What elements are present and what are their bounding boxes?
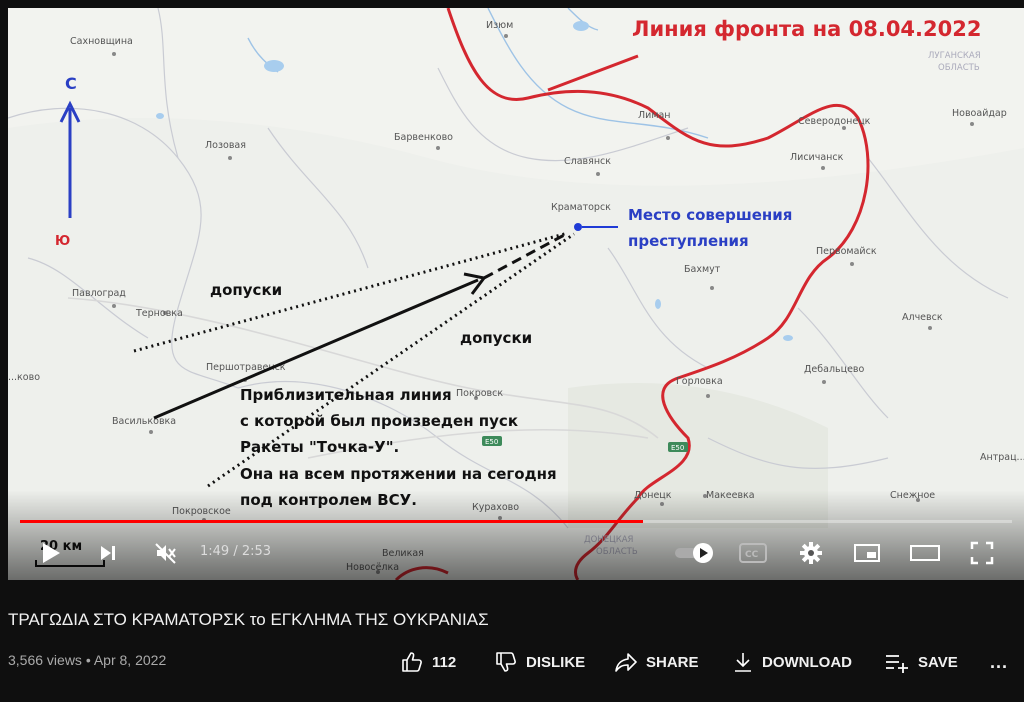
map-city-lozovaya: Лозовая (205, 140, 246, 151)
crime-site-label-1: Место совершения (628, 206, 792, 224)
map-city-makeevka: Макеевка (706, 490, 755, 501)
map-region-lugansk-1: ЛУГАНСКАЯ (928, 51, 981, 61)
theater-mode-icon (910, 545, 940, 561)
map-city-severodonetsk: Северодонецк (798, 116, 871, 127)
note-line-1: Приблизительная линия (240, 386, 452, 404)
autoplay-toggle-icon (675, 543, 713, 563)
map-city-gorlovka: Горловка (676, 376, 723, 387)
volume-muted-icon (155, 543, 176, 564)
mute-button[interactable] (152, 539, 180, 567)
dopuski-label-1: допуски (210, 281, 282, 299)
road-e50-label-2: E50 (671, 444, 684, 452)
like-count: 112 (432, 653, 457, 671)
map-city-snezhnoe: Снежное (890, 490, 935, 501)
skip-next-icon (101, 546, 115, 560)
play-button[interactable] (36, 539, 66, 567)
map-city-sakhnovshchina: Сахновщина (70, 36, 133, 47)
map-city-izyum: Изюм (486, 20, 513, 31)
note-line-5: под контролем ВСУ. (240, 491, 417, 509)
note-line-4: Она на всем протяжении на сегодня (240, 465, 557, 483)
map-city-donetsk: Донецк (634, 490, 672, 501)
video-player[interactable]: Сахновщина Изюм Лозовая Барвенково Славя… (8, 8, 1024, 580)
map-city-kramatorsk: Краматорск (551, 202, 611, 213)
like-button[interactable]: 112 (400, 650, 456, 674)
map-region-donetsk-1: ДОНЕЦКАЯ (584, 535, 634, 545)
share-label: SHARE (646, 653, 699, 671)
map-city-novoselka: Новосёлка (346, 562, 399, 573)
miniplayer-button[interactable] (852, 540, 882, 566)
note-line-3: Ракеты "Точка-У". (240, 438, 399, 456)
fullscreen-icon (970, 541, 994, 565)
download-label: DOWNLOAD (762, 653, 852, 671)
next-button[interactable] (96, 541, 120, 565)
download-icon (735, 653, 751, 672)
theater-mode-button[interactable] (908, 540, 942, 566)
video-meta: 3,566 views • Apr 8, 2022 (8, 652, 167, 668)
map-region-lugansk-2: ОБЛАСТЬ (938, 63, 980, 73)
map-city-pokrovsk: Покровск (456, 388, 503, 399)
map-city-liman: Лиман (638, 110, 671, 121)
road-e50-label: E50 (485, 438, 498, 446)
more-actions-button[interactable]: ... (990, 650, 1008, 674)
playlist-add-icon (886, 655, 908, 673)
closed-captions-icon: CC (739, 543, 767, 563)
progress-played (20, 520, 643, 523)
map-city-vasilkovka: Васильковка (112, 416, 176, 427)
svg-text:CC: CC (745, 550, 759, 560)
map-city-barvenkovo: Барвенково (394, 132, 453, 143)
compass-south-label: Ю (55, 234, 70, 249)
time-display: 1:49 / 2:53 (200, 544, 272, 559)
fullscreen-button[interactable] (968, 540, 996, 566)
more-icon: ... (990, 651, 1009, 672)
compass-north-label: С (65, 74, 77, 93)
miniplayer-icon (854, 544, 880, 562)
dopuski-label-2: допуски (460, 329, 532, 347)
crime-site-label-2: преступления (628, 232, 749, 250)
map-city-slavyansk: Славянск (564, 156, 611, 167)
map-city-bakhmut: Бахмут (684, 264, 721, 275)
map-city-kurakhovo: Курахово (472, 502, 519, 513)
map-city-pokrovskoe: Покровское (172, 506, 231, 517)
video-title: ΤΡΑΓΩΔΙΑ ΣΤΟ ΚΡΑΜΑΤΟΡΣΚ το ΕΓΚΛΗΜΑ ΤΗΣ Ο… (8, 610, 489, 629)
map-city-novoaidar: Новоайдар (952, 108, 1007, 119)
map-city-pavlograd: Павлоград (72, 288, 126, 299)
map-title: Линия фронта на 08.04.2022 (632, 17, 981, 41)
gear-icon (800, 542, 822, 564)
map-city-novo: ...ково (8, 372, 40, 383)
progress-bar[interactable] (20, 520, 1012, 523)
map-city-ternovka: Терновка (135, 308, 183, 319)
map-city-pervomaisk: Первомайск (816, 246, 877, 257)
note-line-2: с которой был произведен пуск (240, 412, 518, 430)
play-icon (43, 543, 60, 563)
map-city-lisichansk: Лисичанск (790, 152, 844, 163)
dislike-button[interactable]: DISLIKE (494, 650, 585, 674)
share-button[interactable]: SHARE (614, 650, 699, 674)
save-button[interactable]: SAVE (884, 650, 958, 674)
map-city-debaltsevo: Дебальцево (804, 364, 865, 375)
thumbs-up-icon (402, 652, 422, 672)
map-city-antratsit: Антрац... (980, 452, 1024, 463)
thumbs-down-icon (496, 652, 516, 672)
download-button[interactable]: DOWNLOAD (732, 650, 852, 674)
video-frame-map: Сахновщина Изюм Лозовая Барвенково Славя… (8, 8, 1024, 580)
share-icon (615, 653, 637, 672)
map-city-velikaya: Великая (382, 548, 424, 559)
settings-button[interactable] (798, 540, 824, 566)
dislike-label: DISLIKE (526, 653, 586, 671)
autoplay-toggle[interactable] (672, 541, 716, 565)
map-city-alchevsk: Алчевск (902, 312, 943, 323)
save-label: SAVE (918, 653, 958, 671)
captions-button[interactable]: CC (738, 540, 768, 566)
map-region-donetsk-2: ОБЛАСТЬ (596, 547, 638, 557)
